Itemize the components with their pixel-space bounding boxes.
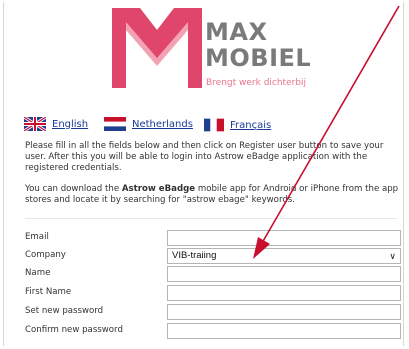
app-name: Astrow eBadge bbox=[121, 184, 196, 194]
name-row: Name bbox=[25, 266, 401, 282]
logo-tagline: Brengt werk dichterbij bbox=[206, 78, 307, 88]
first-name-field[interactable] bbox=[167, 285, 401, 301]
language-english[interactable]: English bbox=[24, 117, 88, 131]
chevron-down-icon: ∨ bbox=[389, 251, 396, 261]
company-select[interactable]: VIB-traiing ∨ bbox=[167, 248, 401, 264]
name-label: Name bbox=[25, 268, 51, 278]
france-flag-icon bbox=[204, 118, 224, 132]
logo-line-2: MOBIEL bbox=[205, 44, 312, 72]
email-field[interactable] bbox=[167, 230, 401, 246]
new-password-label: Set new password bbox=[25, 306, 104, 316]
new-password-field[interactable] bbox=[167, 304, 401, 320]
instructions-text: Please fill in all the fields below and … bbox=[25, 141, 384, 173]
download-info-text: You can download the Astrow eBadge mobil… bbox=[25, 184, 400, 206]
language-french-link[interactable]: Français bbox=[230, 120, 271, 131]
company-row: Company VIB-traiing ∨ bbox=[25, 248, 401, 264]
confirm-password-row: Confirm new password bbox=[25, 323, 401, 339]
language-french[interactable]: Français bbox=[204, 117, 271, 133]
language-english-link[interactable]: English bbox=[52, 119, 88, 130]
company-selected-value: VIB-traiing bbox=[172, 250, 217, 261]
netherlands-flag-icon bbox=[104, 117, 126, 131]
confirm-password-field[interactable] bbox=[167, 323, 401, 339]
logo-line-1: MAX bbox=[205, 18, 268, 46]
email-label: Email bbox=[25, 232, 49, 242]
confirm-password-label: Confirm new password bbox=[25, 325, 123, 335]
download-pre-text: You can download the bbox=[25, 184, 122, 194]
language-netherlands[interactable]: Netherlands bbox=[104, 117, 193, 131]
first-name-row: First Name bbox=[25, 285, 401, 301]
first-name-label: First Name bbox=[25, 287, 72, 297]
new-password-row: Set new password bbox=[25, 304, 401, 320]
email-row: Email bbox=[25, 230, 401, 246]
name-field[interactable] bbox=[167, 266, 401, 282]
company-label: Company bbox=[25, 250, 66, 260]
logo-wordmark: MAX MOBIEL bbox=[205, 20, 311, 70]
divider bbox=[25, 218, 397, 219]
uk-flag-icon bbox=[24, 117, 46, 131]
language-netherlands-link[interactable]: Netherlands bbox=[132, 119, 193, 130]
